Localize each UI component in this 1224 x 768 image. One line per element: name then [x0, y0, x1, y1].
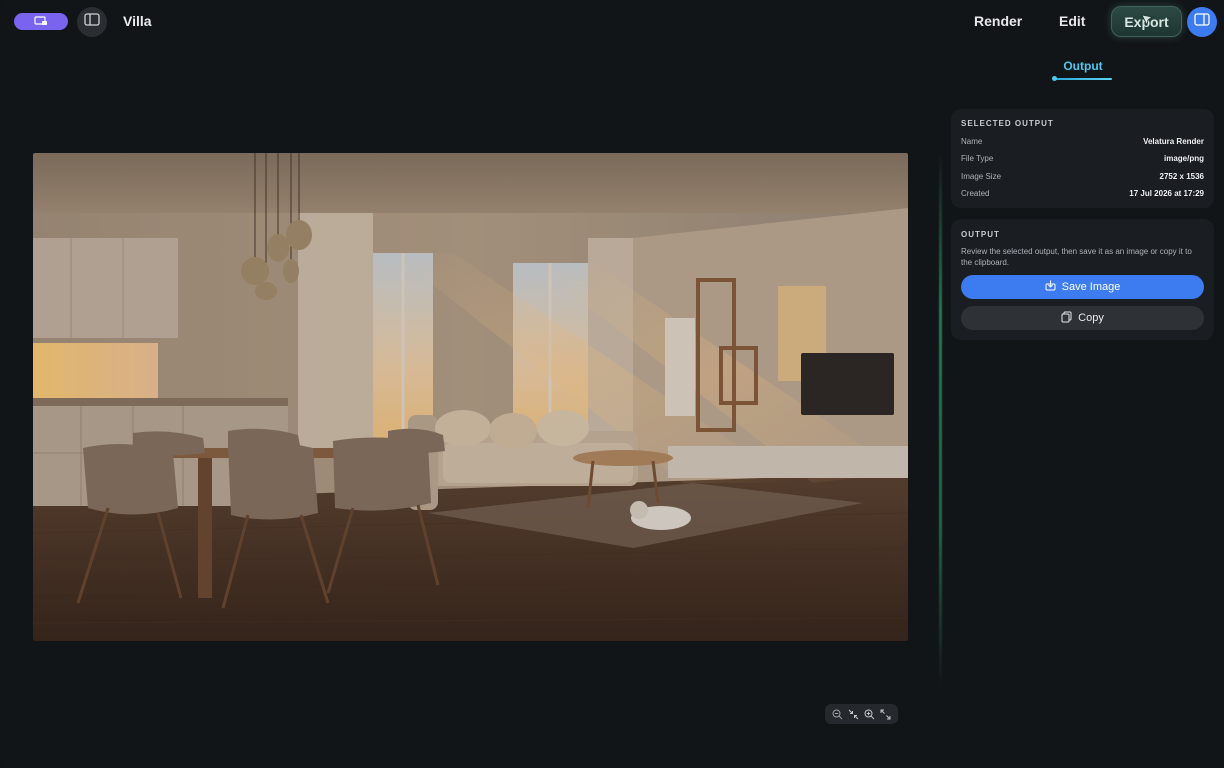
expand-icon[interactable]: [878, 706, 894, 722]
app-window: Villa Render Edit Export: [0, 0, 1224, 768]
tab-active-indicator: [1053, 78, 1112, 80]
nav-edit[interactable]: Edit: [1059, 13, 1085, 29]
sidebar-toggle-icon: [84, 13, 100, 31]
sidebar-toggle-button[interactable]: [77, 7, 107, 37]
save-image-button[interactable]: Save Image: [961, 275, 1204, 299]
info-key: Name: [961, 137, 983, 146]
panel-divider: [939, 150, 942, 690]
info-row-created: Created 17 Jul 2026 at 17:29: [961, 189, 1204, 198]
info-value: Velatura Render: [1143, 137, 1204, 146]
tab-indicator-dot: [1052, 76, 1057, 81]
info-row-name: Name Velatura Render: [961, 137, 1204, 146]
info-row-file-type: File Type image/png: [961, 154, 1204, 163]
info-value: 17 Jul 2026 at 17:29: [1129, 189, 1204, 198]
selected-output-card: SELECTED OUTPUT Name Velatura Render Fil…: [951, 109, 1214, 208]
info-key: Created: [961, 189, 990, 198]
zoom-controls: [825, 704, 898, 724]
right-panel-toggle-button[interactable]: [1187, 7, 1217, 37]
copy-button[interactable]: Copy: [961, 306, 1204, 330]
fit-icon[interactable]: [845, 706, 861, 722]
nav-render[interactable]: Render: [974, 13, 1022, 29]
top-bar: Villa Render Edit Export: [0, 0, 1224, 44]
right-panel-icon: [1194, 13, 1210, 31]
info-value: 2752 x 1536: [1159, 172, 1205, 181]
download-icon: [1045, 280, 1056, 294]
output-heading: OUTPUT: [961, 230, 1000, 239]
selected-output-heading: SELECTED OUTPUT: [961, 119, 1054, 128]
workspace-pill-button[interactable]: [14, 13, 68, 30]
info-key: Image Size: [961, 172, 1002, 181]
zoom-in-icon[interactable]: [862, 706, 878, 722]
info-row-image-size: Image Size 2752 x 1536: [961, 172, 1204, 181]
output-description: Review the selected output, then save it…: [961, 247, 1192, 267]
tab-output[interactable]: Output: [1055, 59, 1111, 73]
screen-share-icon: [34, 13, 48, 31]
mouse-cursor-icon: [1141, 14, 1153, 33]
info-value: image/png: [1163, 154, 1204, 163]
render-preview-image[interactable]: [33, 153, 908, 641]
copy-label: Copy: [1078, 312, 1104, 324]
save-image-label: Save Image: [1061, 281, 1121, 293]
zoom-out-icon[interactable]: [829, 706, 845, 722]
document-title: Villa: [123, 13, 152, 29]
info-key: File Type: [961, 154, 994, 163]
output-card: OUTPUT Review the selected output, then …: [951, 219, 1214, 340]
copy-icon: [1061, 311, 1072, 326]
